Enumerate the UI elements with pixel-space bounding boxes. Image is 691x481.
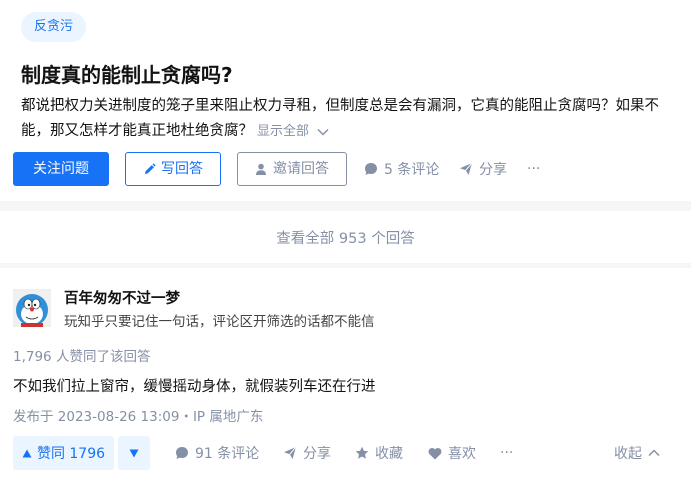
question-description: 都说把权力关进制度的笼子里来阻止权力寻租，但制度总是会有漏洞，它真的能阻止贪腐吗… [21, 94, 687, 144]
invite-answer-button[interactable]: 邀请回答 [237, 152, 347, 186]
collect-label: 收藏 [375, 446, 403, 462]
question-share-button[interactable]: 分享 [459, 152, 507, 186]
invite-person-icon [255, 163, 268, 176]
upvote-label: 赞同 1796 [36, 446, 106, 462]
question-description-text: 都说把权力关进制度的笼子里来阻止权力寻租，但制度总是会有漏洞，它真的能阻止贪腐吗… [21, 98, 659, 139]
share-icon [283, 446, 297, 460]
question-comments-button[interactable]: 5 条评论 [364, 152, 439, 186]
write-answer-button[interactable]: 写回答 [125, 152, 221, 186]
chevron-down-icon [317, 128, 329, 136]
answer-share-button[interactable]: 分享 [283, 436, 331, 470]
follow-question-button[interactable]: 关注问题 [13, 152, 109, 186]
downvote-button[interactable] [118, 436, 150, 470]
follow-question-label: 关注问题 [33, 161, 89, 177]
view-all-answers-label: 查看全部 953 个回答 [276, 230, 415, 247]
collapse-button[interactable]: 收起 [614, 436, 660, 470]
triangle-down-icon [129, 449, 139, 458]
collect-button[interactable]: 收藏 [355, 436, 403, 470]
heart-icon [428, 447, 442, 460]
question-title[interactable]: 制度真的能制止贪腐吗? [21, 60, 233, 90]
answer-share-label: 分享 [303, 446, 331, 462]
more-icon: ··· [527, 161, 541, 177]
answer-comments-label: 91 条评论 [195, 446, 260, 462]
author-bio: 玩知乎只要记住一句话，评论区开筛选的话都不能信 [64, 314, 375, 330]
vote-summary: 1,796 人赞同了该回答 [13, 349, 151, 365]
author-name[interactable]: 百年匆匆不过一梦 [64, 287, 180, 308]
question-comments-label: 5 条评论 [384, 162, 440, 178]
answer-content: 不如我们拉上窗帘，缓慢摇动身体，就假装列车还在行进 [13, 379, 376, 395]
more-icon: ··· [500, 445, 514, 461]
invite-answer-label: 邀请回答 [273, 161, 329, 177]
comment-icon [175, 446, 189, 460]
triangle-up-icon [22, 449, 32, 458]
question-card: 反贪污 制度真的能制止贪腐吗? 都说把权力关进制度的笼子里来阻止权力寻租，但制度… [0, 0, 691, 201]
collapse-label: 收起 [614, 446, 642, 462]
view-all-answers-bar[interactable]: 查看全部 953 个回答 [0, 211, 691, 263]
question-more-button[interactable]: ··· [527, 152, 540, 186]
upvote-button[interactable]: 赞同 1796 [13, 436, 114, 470]
star-icon [355, 446, 369, 460]
answer-comments-button[interactable]: 91 条评论 [175, 436, 259, 470]
avatar[interactable] [13, 289, 51, 327]
like-label: 喜欢 [448, 446, 476, 462]
write-answer-label: 写回答 [161, 161, 203, 177]
chevron-up-icon [648, 449, 660, 457]
show-all-link[interactable]: 显示全部 [257, 124, 329, 139]
topic-tag[interactable]: 反贪污 [21, 12, 87, 42]
answer-publish-time[interactable]: 发布于 2023-08-26 13:09・IP 属地广东 [13, 405, 263, 425]
answer-more-button[interactable]: ··· [500, 436, 513, 470]
question-share-label: 分享 [479, 162, 507, 178]
like-button[interactable]: 喜欢 [428, 436, 476, 470]
pencil-icon [143, 162, 156, 176]
comment-icon [364, 162, 378, 176]
share-icon [459, 162, 473, 176]
show-all-label: 显示全部 [257, 124, 310, 139]
